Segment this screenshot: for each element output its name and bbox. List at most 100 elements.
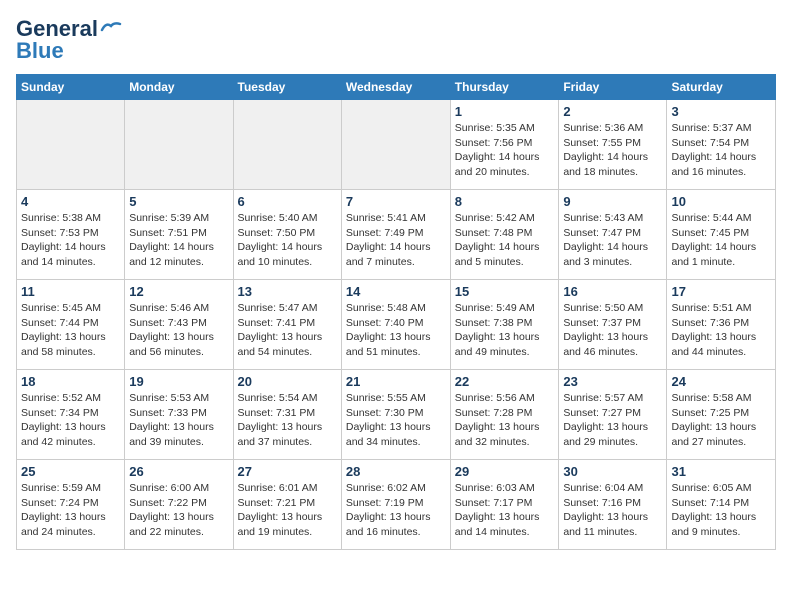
calendar-day-23: 23Sunrise: 5:57 AM Sunset: 7:27 PM Dayli… (559, 370, 667, 460)
day-detail: Sunrise: 5:38 AM Sunset: 7:53 PM Dayligh… (21, 211, 120, 270)
day-number: 7 (346, 194, 446, 209)
calendar-day-27: 27 Sunrise: 6:01 AM Sunset: 7:21 PM Dayli… (233, 460, 341, 550)
calendar-table: SundayMondayTuesdayWednesdayThursdayFrid… (16, 74, 776, 550)
calendar-day-16: 16Sunrise: 5:50 AM Sunset: 7:37 PM Dayli… (559, 280, 667, 370)
calendar-week-row: 25Sunrise: 5:59 AM Sunset: 7:24 PM Dayli… (17, 460, 776, 550)
day-number: 5 (129, 194, 228, 209)
calendar-day-17: 17Sunrise: 5:51 AM Sunset: 7:36 PM Dayli… (667, 280, 776, 370)
day-detail: Sunrise: 5:44 AM Sunset: 7:45 PM Dayligh… (671, 211, 771, 270)
day-number: 12 (129, 284, 228, 299)
calendar-day-18: 18 Sunrise: 5:52 AM Sunset: 7:34 PM Dayli… (17, 370, 125, 460)
calendar-day-30: 30 Sunrise: 6:04 AM Sunset: 7:16 PM Dayli… (559, 460, 667, 550)
logo: General Blue (16, 16, 122, 64)
day-detail: Sunrise: 5:43 AM Sunset: 7:47 PM Dayligh… (563, 211, 662, 270)
day-number: 2 (563, 104, 662, 119)
day-detail: Sunrise: 5:51 AM Sunset: 7:36 PM Dayligh… (671, 301, 771, 360)
day-number: 21 (346, 374, 446, 389)
day-number: 4 (21, 194, 120, 209)
calendar-empty-cell (125, 100, 233, 190)
day-number: 11 (21, 284, 120, 299)
day-detail: Sunrise: 5:41 AM Sunset: 7:49 PM Dayligh… (346, 211, 446, 270)
calendar-empty-cell (17, 100, 125, 190)
day-detail: Sunrise: 5:36 AM Sunset: 7:55 PM Dayligh… (563, 121, 662, 180)
day-number: 19 (129, 374, 228, 389)
day-number: 14 (346, 284, 446, 299)
day-detail: Sunrise: 6:03 AM Sunset: 7:17 PM Dayligh… (455, 481, 555, 540)
day-detail: Sunrise: 5:52 AM Sunset: 7:34 PM Dayligh… (21, 391, 120, 450)
calendar-empty-cell (233, 100, 341, 190)
day-detail: Sunrise: 5:46 AM Sunset: 7:43 PM Dayligh… (129, 301, 228, 360)
day-number: 9 (563, 194, 662, 209)
calendar-day-28: 28 Sunrise: 6:02 AM Sunset: 7:19 PM Dayli… (341, 460, 450, 550)
calendar-day-14: 14 Sunrise: 5:48 AM Sunset: 7:40 PM Dayli… (341, 280, 450, 370)
logo-bird-icon (100, 20, 122, 38)
day-detail: Sunrise: 6:04 AM Sunset: 7:16 PM Dayligh… (563, 481, 662, 540)
calendar-day-5: 5 Sunrise: 5:39 AM Sunset: 7:51 PM Daylig… (125, 190, 233, 280)
day-number: 31 (671, 464, 771, 479)
day-detail: Sunrise: 5:35 AM Sunset: 7:56 PM Dayligh… (455, 121, 555, 180)
day-number: 28 (346, 464, 446, 479)
calendar-day-2: 2 Sunrise: 5:36 AM Sunset: 7:55 PM Daylig… (559, 100, 667, 190)
day-detail: Sunrise: 5:49 AM Sunset: 7:38 PM Dayligh… (455, 301, 555, 360)
calendar-day-19: 19 Sunrise: 5:53 AM Sunset: 7:33 PM Dayli… (125, 370, 233, 460)
day-number: 15 (455, 284, 555, 299)
day-number: 24 (671, 374, 771, 389)
day-number: 10 (671, 194, 771, 209)
calendar-day-12: 12 Sunrise: 5:46 AM Sunset: 7:43 PM Dayli… (125, 280, 233, 370)
day-detail: Sunrise: 6:00 AM Sunset: 7:22 PM Dayligh… (129, 481, 228, 540)
calendar-day-3: 3Sunrise: 5:37 AM Sunset: 7:54 PM Daylig… (667, 100, 776, 190)
weekday-header-row: SundayMondayTuesdayWednesdayThursdayFrid… (17, 75, 776, 100)
calendar-week-row: 18 Sunrise: 5:52 AM Sunset: 7:34 PM Dayli… (17, 370, 776, 460)
weekday-header-tuesday: Tuesday (233, 75, 341, 100)
day-detail: Sunrise: 6:02 AM Sunset: 7:19 PM Dayligh… (346, 481, 446, 540)
calendar-day-9: 9 Sunrise: 5:43 AM Sunset: 7:47 PM Daylig… (559, 190, 667, 280)
calendar-day-24: 24 Sunrise: 5:58 AM Sunset: 7:25 PM Dayli… (667, 370, 776, 460)
day-number: 16 (563, 284, 662, 299)
calendar-week-row: 1 Sunrise: 5:35 AM Sunset: 7:56 PM Daylig… (17, 100, 776, 190)
calendar-day-29: 29 Sunrise: 6:03 AM Sunset: 7:17 PM Dayli… (450, 460, 559, 550)
day-detail: Sunrise: 5:53 AM Sunset: 7:33 PM Dayligh… (129, 391, 228, 450)
calendar-day-8: 8 Sunrise: 5:42 AM Sunset: 7:48 PM Daylig… (450, 190, 559, 280)
day-detail: Sunrise: 5:37 AM Sunset: 7:54 PM Dayligh… (671, 121, 771, 180)
day-number: 20 (238, 374, 337, 389)
calendar-week-row: 11 Sunrise: 5:45 AM Sunset: 7:44 PM Dayli… (17, 280, 776, 370)
day-detail: Sunrise: 5:58 AM Sunset: 7:25 PM Dayligh… (671, 391, 771, 450)
day-detail: Sunrise: 5:39 AM Sunset: 7:51 PM Dayligh… (129, 211, 228, 270)
day-detail: Sunrise: 5:48 AM Sunset: 7:40 PM Dayligh… (346, 301, 446, 360)
day-detail: Sunrise: 5:47 AM Sunset: 7:41 PM Dayligh… (238, 301, 337, 360)
day-number: 8 (455, 194, 555, 209)
calendar-day-22: 22Sunrise: 5:56 AM Sunset: 7:28 PM Dayli… (450, 370, 559, 460)
day-number: 29 (455, 464, 555, 479)
day-number: 27 (238, 464, 337, 479)
day-detail: Sunrise: 5:57 AM Sunset: 7:27 PM Dayligh… (563, 391, 662, 450)
calendar-day-10: 10 Sunrise: 5:44 AM Sunset: 7:45 PM Dayli… (667, 190, 776, 280)
day-detail: Sunrise: 5:55 AM Sunset: 7:30 PM Dayligh… (346, 391, 446, 450)
day-number: 13 (238, 284, 337, 299)
day-detail: Sunrise: 5:54 AM Sunset: 7:31 PM Dayligh… (238, 391, 337, 450)
calendar-day-15: 15 Sunrise: 5:49 AM Sunset: 7:38 PM Dayli… (450, 280, 559, 370)
day-detail: Sunrise: 5:45 AM Sunset: 7:44 PM Dayligh… (21, 301, 120, 360)
day-detail: Sunrise: 6:01 AM Sunset: 7:21 PM Dayligh… (238, 481, 337, 540)
weekday-header-monday: Monday (125, 75, 233, 100)
day-detail: Sunrise: 6:05 AM Sunset: 7:14 PM Dayligh… (671, 481, 771, 540)
weekday-header-wednesday: Wednesday (341, 75, 450, 100)
day-number: 1 (455, 104, 555, 119)
calendar-empty-cell (341, 100, 450, 190)
calendar-day-25: 25Sunrise: 5:59 AM Sunset: 7:24 PM Dayli… (17, 460, 125, 550)
weekday-header-saturday: Saturday (667, 75, 776, 100)
day-number: 30 (563, 464, 662, 479)
calendar-week-row: 4 Sunrise: 5:38 AM Sunset: 7:53 PM Daylig… (17, 190, 776, 280)
calendar-day-4: 4 Sunrise: 5:38 AM Sunset: 7:53 PM Daylig… (17, 190, 125, 280)
calendar-day-20: 20 Sunrise: 5:54 AM Sunset: 7:31 PM Dayli… (233, 370, 341, 460)
calendar-day-11: 11 Sunrise: 5:45 AM Sunset: 7:44 PM Dayli… (17, 280, 125, 370)
day-detail: Sunrise: 5:56 AM Sunset: 7:28 PM Dayligh… (455, 391, 555, 450)
calendar-day-31: 31 Sunrise: 6:05 AM Sunset: 7:14 PM Dayli… (667, 460, 776, 550)
day-detail: Sunrise: 5:42 AM Sunset: 7:48 PM Dayligh… (455, 211, 555, 270)
calendar-day-13: 13 Sunrise: 5:47 AM Sunset: 7:41 PM Dayli… (233, 280, 341, 370)
page-header: General Blue (16, 16, 776, 64)
day-number: 18 (21, 374, 120, 389)
calendar-day-21: 21 Sunrise: 5:55 AM Sunset: 7:30 PM Dayli… (341, 370, 450, 460)
day-number: 6 (238, 194, 337, 209)
calendar-day-6: 6Sunrise: 5:40 AM Sunset: 7:50 PM Daylig… (233, 190, 341, 280)
day-number: 25 (21, 464, 120, 479)
